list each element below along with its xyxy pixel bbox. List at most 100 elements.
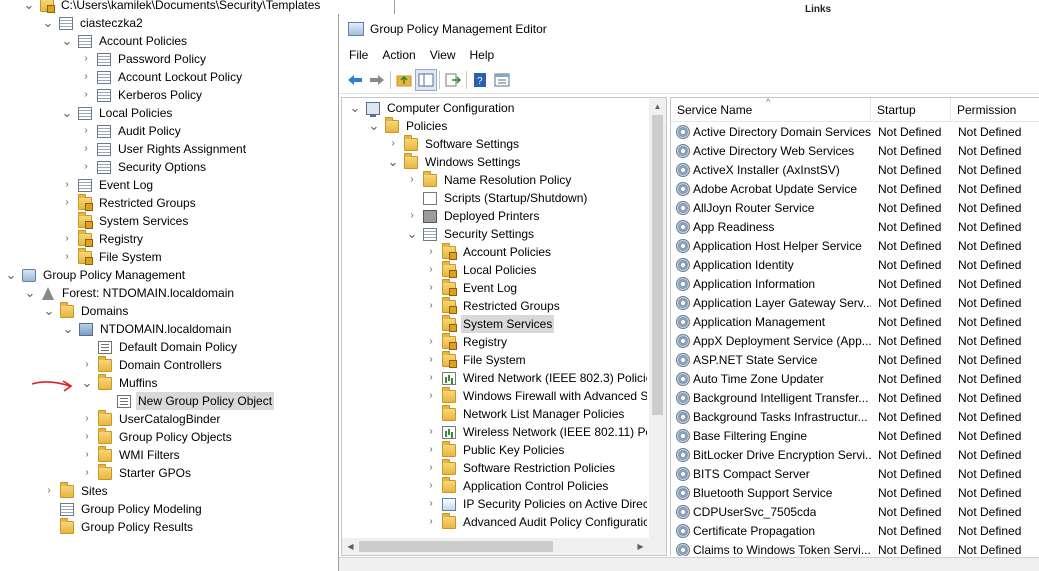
left-tree-node[interactable]: ›System Services	[62, 211, 190, 230]
service-row[interactable]: Application Identity Not Defined Not Defin…	[671, 255, 1039, 274]
expand-chevron-icon[interactable]: ›	[426, 261, 436, 279]
expand-chevron-icon[interactable]: ›	[62, 248, 72, 266]
left-tree-node[interactable]: ⌄ ciasteczka2	[43, 14, 145, 32]
left-tree-node[interactable]: › User Rights Assignment	[81, 140, 248, 158]
left-tree-node[interactable]: ⌄ Local Policies	[62, 104, 174, 122]
expand-chevron-icon[interactable]: ›	[81, 50, 91, 68]
column-header-permission[interactable]: Permission	[951, 98, 1039, 122]
expand-chevron-icon[interactable]: ›	[62, 194, 72, 212]
collapse-chevron-icon[interactable]: ⌄	[62, 32, 73, 50]
expand-chevron-icon[interactable]: ›	[82, 428, 92, 446]
service-row[interactable]: CDPUserSvc_7505cda Not Defined Not Defined	[671, 502, 1039, 521]
left-tree-node[interactable]: ⌄ Account Policies	[62, 32, 189, 50]
expand-chevron-icon[interactable]: ›	[407, 207, 417, 225]
left-tree-node[interactable]: ›Group Policy Results	[44, 517, 195, 536]
collapse-chevron-icon[interactable]: ⌄	[62, 104, 73, 122]
collapse-chevron-icon[interactable]: ⌄	[24, 0, 35, 14]
expand-chevron-icon[interactable]: ›	[426, 369, 436, 387]
left-tree-node[interactable]: ⌄ Muffins	[82, 373, 159, 392]
collapse-chevron-icon[interactable]: ⌄	[350, 99, 361, 117]
properties-icon[interactable]	[491, 69, 513, 91]
column-header-startup[interactable]: Startup	[871, 98, 951, 122]
tree-horizontal-scroll-thumb[interactable]	[359, 541, 553, 552]
column-header-service-name[interactable]: Service Name ^	[671, 98, 871, 122]
service-row[interactable]: ASP.NET State Service Not Defined Not Defi…	[671, 350, 1039, 369]
policy-tree-node[interactable]: › Registry	[426, 332, 509, 351]
left-tree-node[interactable]: ›New Group Policy Object	[101, 392, 275, 410]
service-row[interactable]: Application Host Helper Service Not Defin…	[671, 236, 1039, 255]
up-folder-icon[interactable]	[393, 69, 415, 91]
expand-chevron-icon[interactable]: ›	[81, 158, 91, 176]
left-tree-node[interactable]: › Group Policy Objects	[82, 427, 234, 446]
collapse-chevron-icon[interactable]: ⌄	[407, 225, 418, 243]
service-row[interactable]: Active Directory Domain Services Not Defi…	[671, 122, 1039, 141]
service-row[interactable]: Application Layer Gateway Serv... Not Def…	[671, 293, 1039, 312]
tree-vertical-scrollbar[interactable]: ▲	[649, 98, 666, 538]
expand-chevron-icon[interactable]: ›	[81, 140, 91, 158]
policy-tree-node[interactable]: › Software Settings	[388, 134, 521, 153]
scroll-right-arrow[interactable]: ▶	[632, 538, 649, 555]
left-tree-node[interactable]: ⌄ Domains	[44, 301, 130, 320]
policy-tree-node[interactable]: ⌄ Security Settings	[407, 225, 536, 243]
policy-tree-node[interactable]: › Deployed Printers	[407, 207, 541, 225]
left-tree-node[interactable]: › WMI Filters	[82, 445, 182, 464]
expand-chevron-icon[interactable]: ›	[388, 135, 398, 153]
policy-tree-node[interactable]: ⌄ Computer Configuration	[350, 99, 516, 117]
menu-file[interactable]: File	[342, 44, 375, 67]
expand-chevron-icon[interactable]: ›	[426, 477, 436, 495]
export-list-icon[interactable]	[442, 69, 464, 91]
expand-chevron-icon[interactable]: ›	[62, 176, 72, 194]
collapse-chevron-icon[interactable]: ⌄	[63, 320, 74, 338]
policy-tree-node[interactable]: › Public Key Policies	[426, 440, 566, 459]
left-tree-node[interactable]: ⌄ NTDOMAIN.localdomain	[63, 320, 233, 338]
expand-chevron-icon[interactable]: ›	[426, 351, 436, 369]
policy-tree-node[interactable]: › Local Policies	[426, 260, 538, 279]
policy-tree-node[interactable]: › Wireless Network (IEEE 802.11) Polic	[426, 423, 647, 441]
left-tree-node[interactable]: ›Default Domain Policy	[82, 338, 239, 356]
service-row[interactable]: Auto Time Zone Updater Not Defined Not Def…	[671, 369, 1039, 388]
policy-tree-node[interactable]: ⌄ Policies	[369, 116, 449, 135]
menu-action[interactable]: Action	[375, 44, 422, 67]
service-row[interactable]: Adobe Acrobat Update Service Not Defined N…	[671, 179, 1039, 198]
expand-chevron-icon[interactable]: ›	[426, 513, 436, 531]
expand-chevron-icon[interactable]: ›	[426, 495, 436, 513]
left-tree-node[interactable]: › Domain Controllers	[82, 355, 224, 374]
expand-chevron-icon[interactable]: ›	[81, 68, 91, 86]
left-tree-node[interactable]: › Restricted Groups	[62, 193, 198, 212]
service-row[interactable]: Application Information Not Defined Not De…	[671, 274, 1039, 293]
left-tree-node[interactable]: › Audit Policy	[81, 122, 183, 140]
expand-chevron-icon[interactable]: ›	[62, 230, 72, 248]
service-row[interactable]: AppX Deployment Service (App... Not Defin…	[671, 331, 1039, 350]
service-row[interactable]: BitLocker Drive Encryption Servi... Not D…	[671, 445, 1039, 464]
expand-chevron-icon[interactable]: ›	[44, 482, 54, 500]
left-tree-node[interactable]: › Kerberos Policy	[81, 86, 204, 104]
left-tree-node[interactable]: › Security Options	[81, 158, 208, 176]
left-tree-node[interactable]: › Registry	[62, 229, 145, 248]
collapse-chevron-icon[interactable]: ⌄	[44, 302, 55, 320]
expand-chevron-icon[interactable]: ›	[426, 333, 436, 351]
service-row[interactable]: BITS Compact Server Not Defined Not Define…	[671, 464, 1039, 483]
service-row[interactable]: App Readiness Not Defined Not Defined	[671, 217, 1039, 236]
left-tree-node[interactable]: ⌄ C:\Users\kamilek\Documents\Security\Tem…	[24, 0, 322, 14]
policy-tree-node[interactable]: › Event Log	[426, 278, 519, 297]
policy-tree-node[interactable]: › Restricted Groups	[426, 296, 562, 315]
policy-tree-node[interactable]: › Name Resolution Policy	[407, 170, 573, 189]
service-row[interactable]: AllJoyn Router Service Not Defined Not Def…	[671, 198, 1039, 217]
service-row[interactable]: ActiveX Installer (AxInstSV) Not Defined N…	[671, 160, 1039, 179]
expand-chevron-icon[interactable]: ›	[426, 243, 436, 261]
tree-horizontal-scrollbar[interactable]: ◀ ▶	[342, 538, 666, 555]
left-tree-node[interactable]: ⌄ Forest: NTDOMAIN.localdomain	[25, 284, 236, 302]
expand-chevron-icon[interactable]: ›	[82, 464, 92, 482]
policy-tree-node[interactable]: › Software Restriction Policies	[426, 458, 617, 477]
left-tree-node[interactable]: ⌄ Group Policy Management	[6, 266, 187, 284]
service-row[interactable]: Active Directory Web Services Not Defined…	[671, 141, 1039, 160]
back-arrow-icon[interactable]	[344, 69, 366, 91]
policy-tree-node[interactable]: › Advanced Audit Policy Configuratic	[426, 512, 647, 531]
policy-tree-node[interactable]: › Application Control Policies	[426, 476, 610, 495]
service-row[interactable]: Application Management Not Defined Not Def…	[671, 312, 1039, 331]
collapse-chevron-icon[interactable]: ⌄	[82, 374, 93, 392]
policy-tree-node[interactable]: ›Scripts (Startup/Shutdown)	[407, 189, 589, 207]
service-row[interactable]: Background Intelligent Transfer... Not De…	[671, 388, 1039, 407]
left-tree-node[interactable]: › Account Lockout Policy	[81, 68, 244, 86]
left-tree-node[interactable]: ›Group Policy Modeling	[44, 500, 204, 518]
